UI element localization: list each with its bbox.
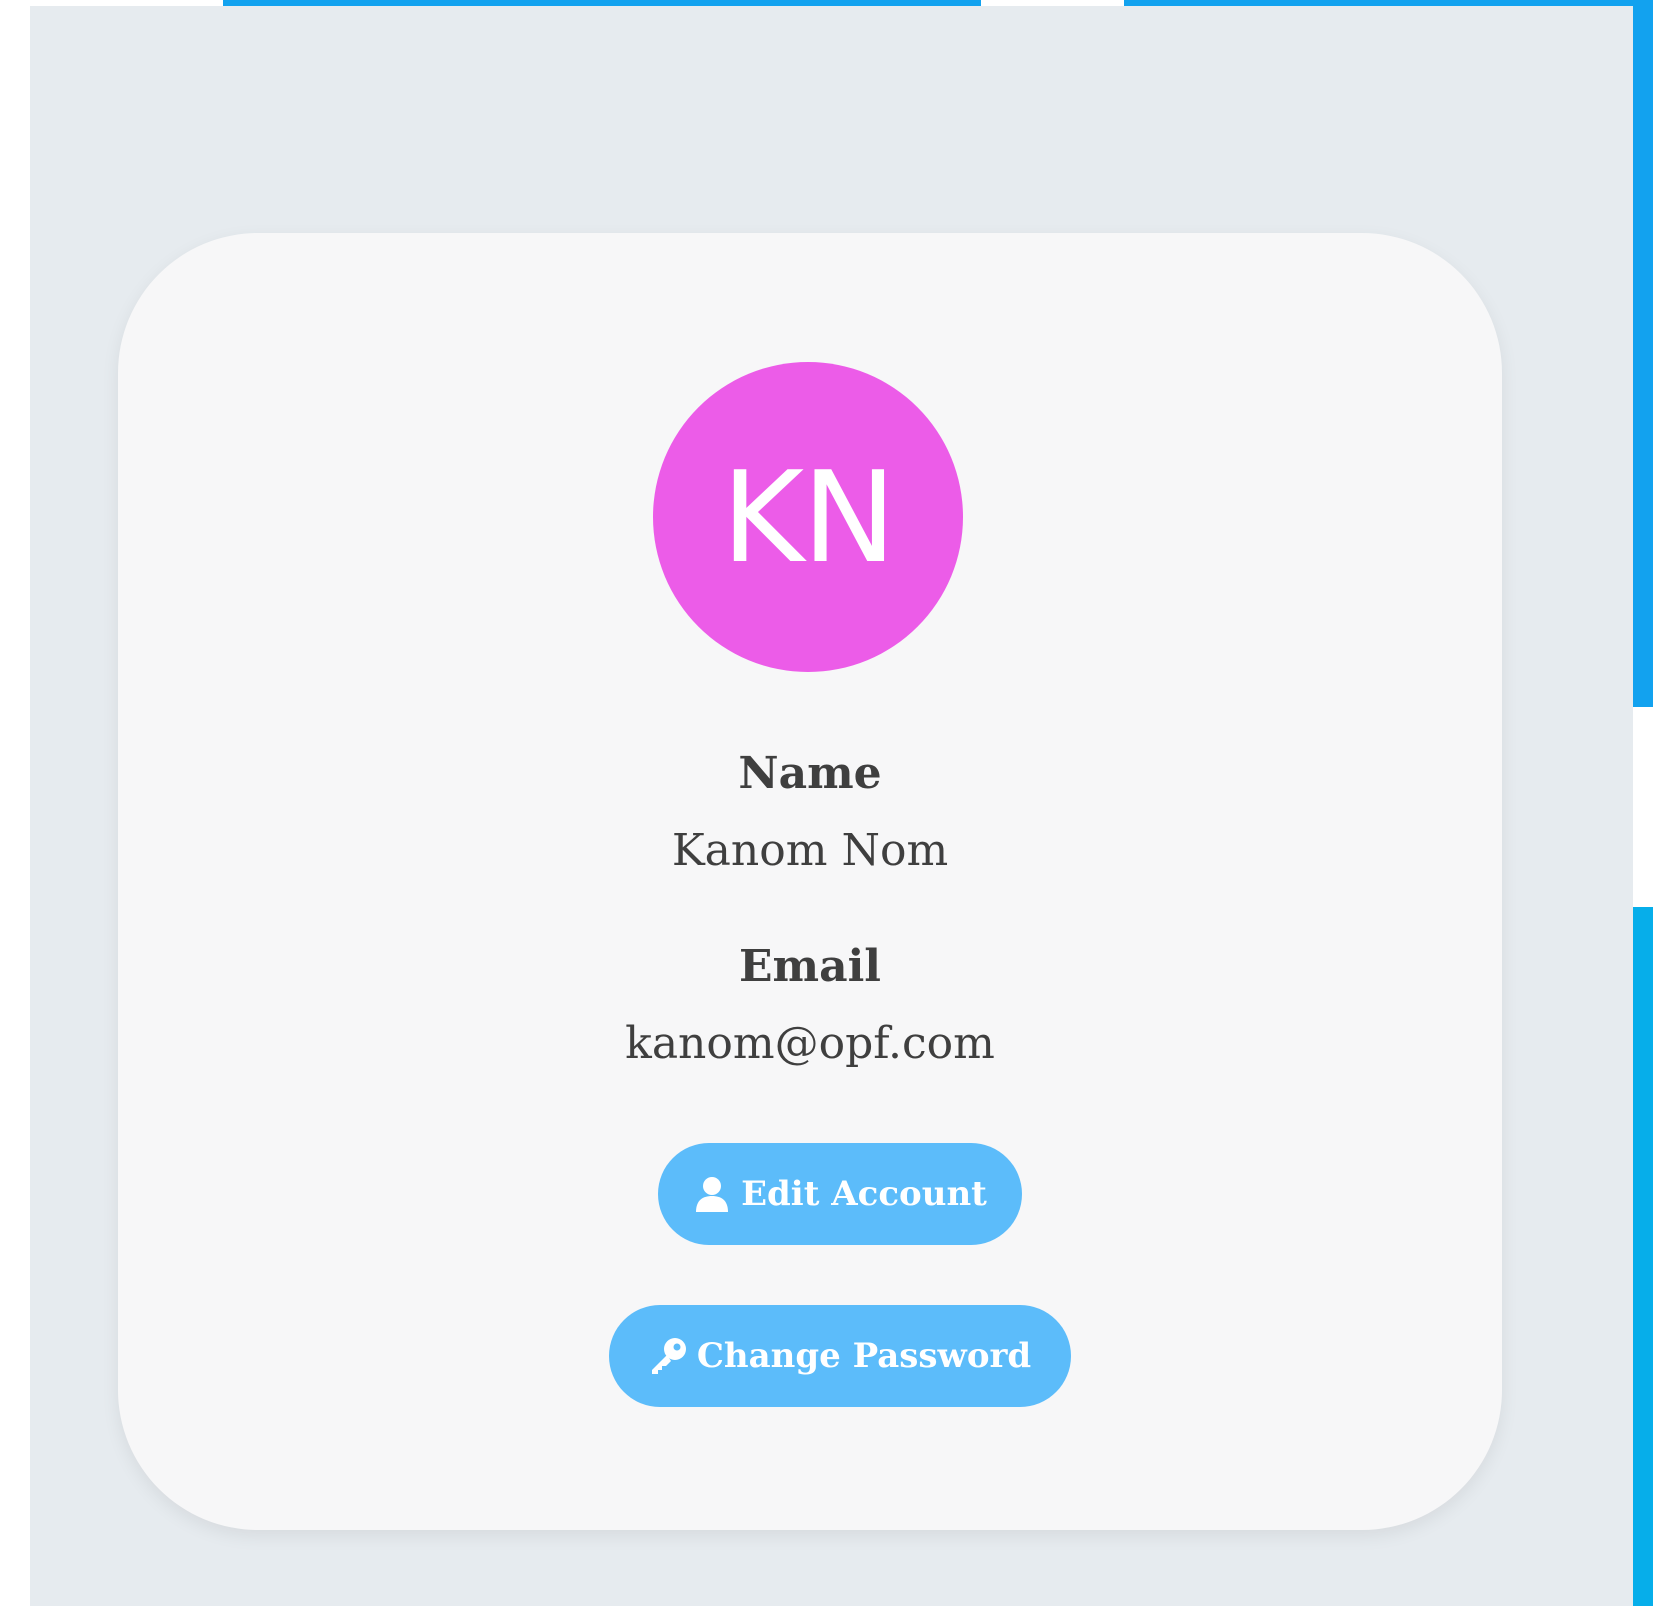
name-label: Name xyxy=(738,748,882,799)
page: KN Name Kanom Nom Email kanom@opf.com Ed… xyxy=(0,0,1653,1606)
avatar: KN xyxy=(653,362,963,672)
right-accent-strip-lower xyxy=(1633,907,1653,1606)
change-password-button[interactable]: Change Password xyxy=(609,1305,1071,1407)
right-accent-strip-upper xyxy=(1633,0,1653,707)
user-icon xyxy=(693,1175,731,1213)
key-icon xyxy=(649,1337,687,1375)
profile-card: KN Name Kanom Nom Email kanom@opf.com Ed… xyxy=(118,233,1502,1530)
email-value: kanom@opf.com xyxy=(625,1018,995,1069)
edit-account-label: Edit Account xyxy=(741,1174,987,1214)
change-password-label: Change Password xyxy=(696,1336,1032,1376)
content-panel: KN Name Kanom Nom Email kanom@opf.com Ed… xyxy=(30,6,1633,1606)
name-value: Kanom Nom xyxy=(671,825,949,876)
edit-account-button[interactable]: Edit Account xyxy=(658,1143,1022,1245)
email-label: Email xyxy=(738,941,882,992)
